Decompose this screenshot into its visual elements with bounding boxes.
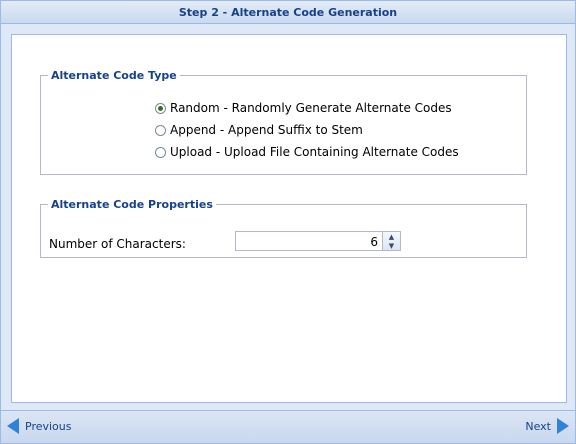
alternate-code-type-legend: Alternate Code Type (51, 69, 177, 82)
arrow-left-icon[interactable] (7, 418, 19, 434)
number-of-characters-value[interactable]: 6 (370, 235, 378, 249)
radio-append-button[interactable] (155, 124, 166, 136)
wizard-footer: Previous Next (1, 410, 575, 443)
radio-random-button[interactable] (155, 102, 166, 114)
radio-upload-button[interactable] (155, 146, 166, 158)
next-label[interactable]: Next (525, 420, 551, 433)
wizard-header: Step 2 - Alternate Code Generation (1, 1, 575, 24)
spinner-up-icon[interactable]: ▲ (383, 232, 400, 241)
radio-random-label[interactable]: Random - Randomly Generate Alternate Cod… (170, 101, 452, 115)
previous-button[interactable]: Previous (7, 417, 72, 435)
next-button[interactable]: Next (525, 417, 569, 435)
previous-label[interactable]: Previous (25, 420, 72, 433)
spinner-down-icon[interactable]: ▼ (383, 241, 400, 250)
page-title: Step 2 - Alternate Code Generation (178, 5, 398, 19)
alternate-code-type-fieldset: Alternate Code Type Random - Randomly Ge… (40, 69, 527, 175)
radio-append[interactable]: Append - Append Suffix to Stem (155, 123, 363, 137)
arrow-right-icon[interactable] (557, 418, 569, 434)
spinner-buttons: ▲ ▼ (382, 232, 400, 250)
wizard-panel: Step 2 - Alternate Code Generation Alter… (0, 0, 576, 444)
alternate-code-properties-fieldset: Alternate Code Properties Number of Char… (40, 198, 527, 258)
radio-append-label[interactable]: Append - Append Suffix to Stem (170, 123, 363, 137)
alternate-code-properties-legend: Alternate Code Properties (51, 198, 213, 211)
number-of-characters-spinner[interactable]: 6 ▲ ▼ (235, 231, 401, 251)
number-of-characters-label: Number of Characters: (49, 237, 186, 251)
wizard-body: Alternate Code Type Random - Randomly Ge… (11, 34, 567, 403)
radio-random[interactable]: Random - Randomly Generate Alternate Cod… (155, 101, 452, 115)
radio-upload[interactable]: Upload - Upload File Containing Alternat… (155, 145, 459, 159)
radio-upload-label[interactable]: Upload - Upload File Containing Alternat… (170, 145, 459, 159)
